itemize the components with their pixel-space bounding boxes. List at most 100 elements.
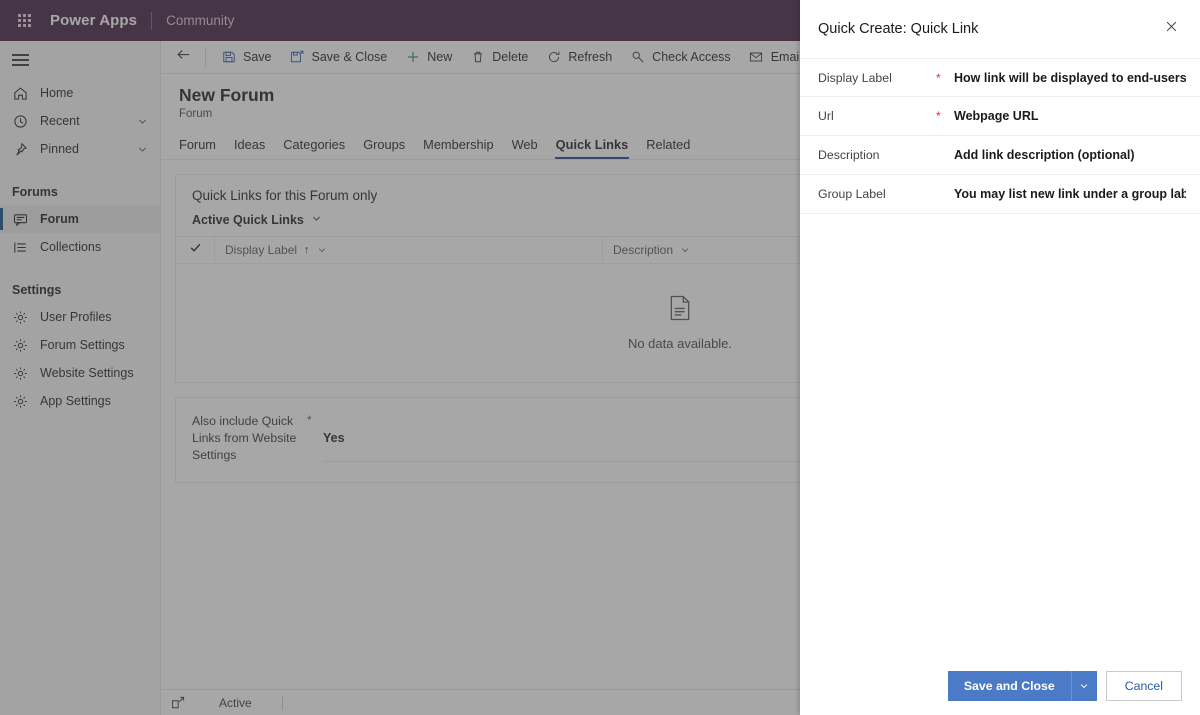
brand-title[interactable]: Power Apps [48, 12, 137, 29]
sidebar-item-pinned-label: Pinned [40, 142, 79, 156]
sidebar-item-recent[interactable]: Recent [0, 107, 160, 135]
refresh-button[interactable]: Refresh [537, 41, 621, 73]
sidebar-item-user-profiles[interactable]: User Profiles [0, 303, 160, 331]
column-header-description-text: Description [613, 243, 674, 257]
clock-icon [12, 113, 29, 130]
save-and-close-button[interactable]: Save & Close [281, 41, 397, 73]
view-selector[interactable]: Active Quick Links [192, 213, 322, 227]
chevron-down-icon [304, 213, 322, 227]
chevron-down-icon[interactable] [137, 144, 148, 155]
required-marker: * [936, 70, 941, 85]
form-field-value[interactable]: Yes [323, 412, 829, 462]
field-label-description: Description [818, 148, 880, 162]
tab-categories[interactable]: Categories [274, 137, 354, 159]
status-divider [281, 695, 283, 710]
gear-icon [12, 309, 29, 326]
sidebar-navigation: Home Recent Pinned Forums Forum Collecti… [0, 41, 161, 715]
checkmark-icon [189, 241, 202, 259]
required-marker: * [307, 413, 312, 427]
list-icon [12, 239, 29, 256]
display-label-input[interactable] [954, 61, 1186, 94]
save-close-icon [290, 50, 305, 65]
popout-icon[interactable] [171, 695, 187, 711]
sidebar-item-forum-settings[interactable]: Forum Settings [0, 331, 160, 359]
field-row-display-label: Display Label * [800, 58, 1200, 97]
back-button[interactable] [167, 41, 199, 73]
sidebar-item-user-profiles-label: User Profiles [40, 310, 112, 324]
tab-ideas[interactable]: Ideas [225, 137, 274, 159]
save-button-label: Save [243, 50, 272, 64]
sidebar-group-forums: Forums [12, 185, 58, 199]
trash-icon [470, 50, 485, 65]
gear-icon [12, 365, 29, 382]
tab-web[interactable]: Web [503, 137, 547, 159]
cancel-button[interactable]: Cancel [1105, 671, 1182, 701]
sidebar-item-recent-label: Recent [40, 114, 80, 128]
status-text: Active [219, 695, 252, 710]
sidebar-item-website-settings-label: Website Settings [40, 366, 134, 380]
tab-related[interactable]: Related [637, 137, 699, 159]
tab-forum[interactable]: Forum [179, 137, 225, 159]
save-and-close-split-button: Save and Close [947, 671, 1097, 701]
chevron-down-icon[interactable] [680, 245, 690, 255]
plus-icon [405, 50, 420, 65]
app-root: Power Apps Community Home Recent Pinned … [0, 0, 1200, 715]
home-icon [12, 85, 29, 102]
group-label-input[interactable] [954, 178, 1186, 210]
sidebar-group-settings: Settings [12, 283, 62, 297]
sidebar-item-home[interactable]: Home [0, 79, 160, 107]
sidebar-item-pinned[interactable]: Pinned [0, 135, 160, 163]
new-button[interactable]: New [396, 41, 461, 73]
new-button-label: New [427, 50, 453, 64]
close-panel-button[interactable] [1156, 14, 1186, 44]
environment-name[interactable]: Community [166, 13, 234, 28]
command-divider [205, 47, 206, 67]
check-access-button-label: Check Access [652, 50, 731, 64]
field-row-description: Description [800, 136, 1200, 175]
column-header-display-label-text: Display Label [225, 243, 298, 257]
check-access-button[interactable]: Check Access [621, 41, 740, 73]
forum-icon [12, 211, 29, 228]
sidebar-item-website-settings[interactable]: Website Settings [0, 359, 160, 387]
save-button[interactable]: Save [212, 41, 281, 73]
email-icon [749, 50, 764, 65]
delete-button-label: Delete [492, 50, 529, 64]
save-options-dropdown-button[interactable] [1070, 671, 1097, 701]
chevron-down-icon[interactable] [317, 245, 327, 255]
sidebar-item-forum[interactable]: Forum [0, 205, 160, 233]
app-launcher-button[interactable] [0, 0, 48, 41]
sidebar-item-collections[interactable]: Collections [0, 233, 160, 261]
quick-create-title: Quick Create: Quick Link [818, 21, 979, 37]
column-header-display-label[interactable]: Display Label ↑ [214, 236, 602, 264]
gear-icon [12, 393, 29, 410]
quick-create-footer: Save and Close Cancel [800, 657, 1200, 715]
url-input[interactable] [954, 100, 1186, 132]
save-and-close-button[interactable]: Save and Close [947, 671, 1071, 701]
column-header-description[interactable]: Description [602, 236, 798, 264]
tab-membership[interactable]: Membership [414, 137, 502, 159]
sidebar-collapse-button[interactable] [0, 41, 160, 79]
sort-ascending-icon: ↑ [304, 244, 310, 256]
tab-quick-links[interactable]: Quick Links [547, 137, 638, 159]
refresh-icon [546, 50, 561, 65]
app-launcher-waffle-icon [17, 14, 31, 27]
save-and-close-button-label: Save & Close [311, 50, 388, 64]
chevron-down-icon[interactable] [137, 116, 148, 127]
tab-groups[interactable]: Groups [354, 137, 414, 159]
pin-icon [12, 141, 29, 158]
save-icon [221, 50, 236, 65]
sidebar-item-forum-settings-label: Forum Settings [40, 338, 125, 352]
close-icon [1165, 20, 1178, 38]
required-marker: * [936, 109, 941, 123]
select-all-checkbox[interactable] [176, 241, 214, 259]
delete-button[interactable]: Delete [461, 41, 537, 73]
description-input[interactable] [954, 139, 1186, 171]
quick-create-header: Quick Create: Quick Link [800, 0, 1200, 58]
sidebar-item-app-settings[interactable]: App Settings [0, 387, 160, 415]
gear-icon [12, 337, 29, 354]
sidebar-item-collections-label: Collections [40, 240, 102, 254]
field-row-group-label: Group Label [800, 175, 1200, 214]
brand-divider [151, 11, 153, 30]
view-selector-label: Active Quick Links [192, 213, 304, 227]
